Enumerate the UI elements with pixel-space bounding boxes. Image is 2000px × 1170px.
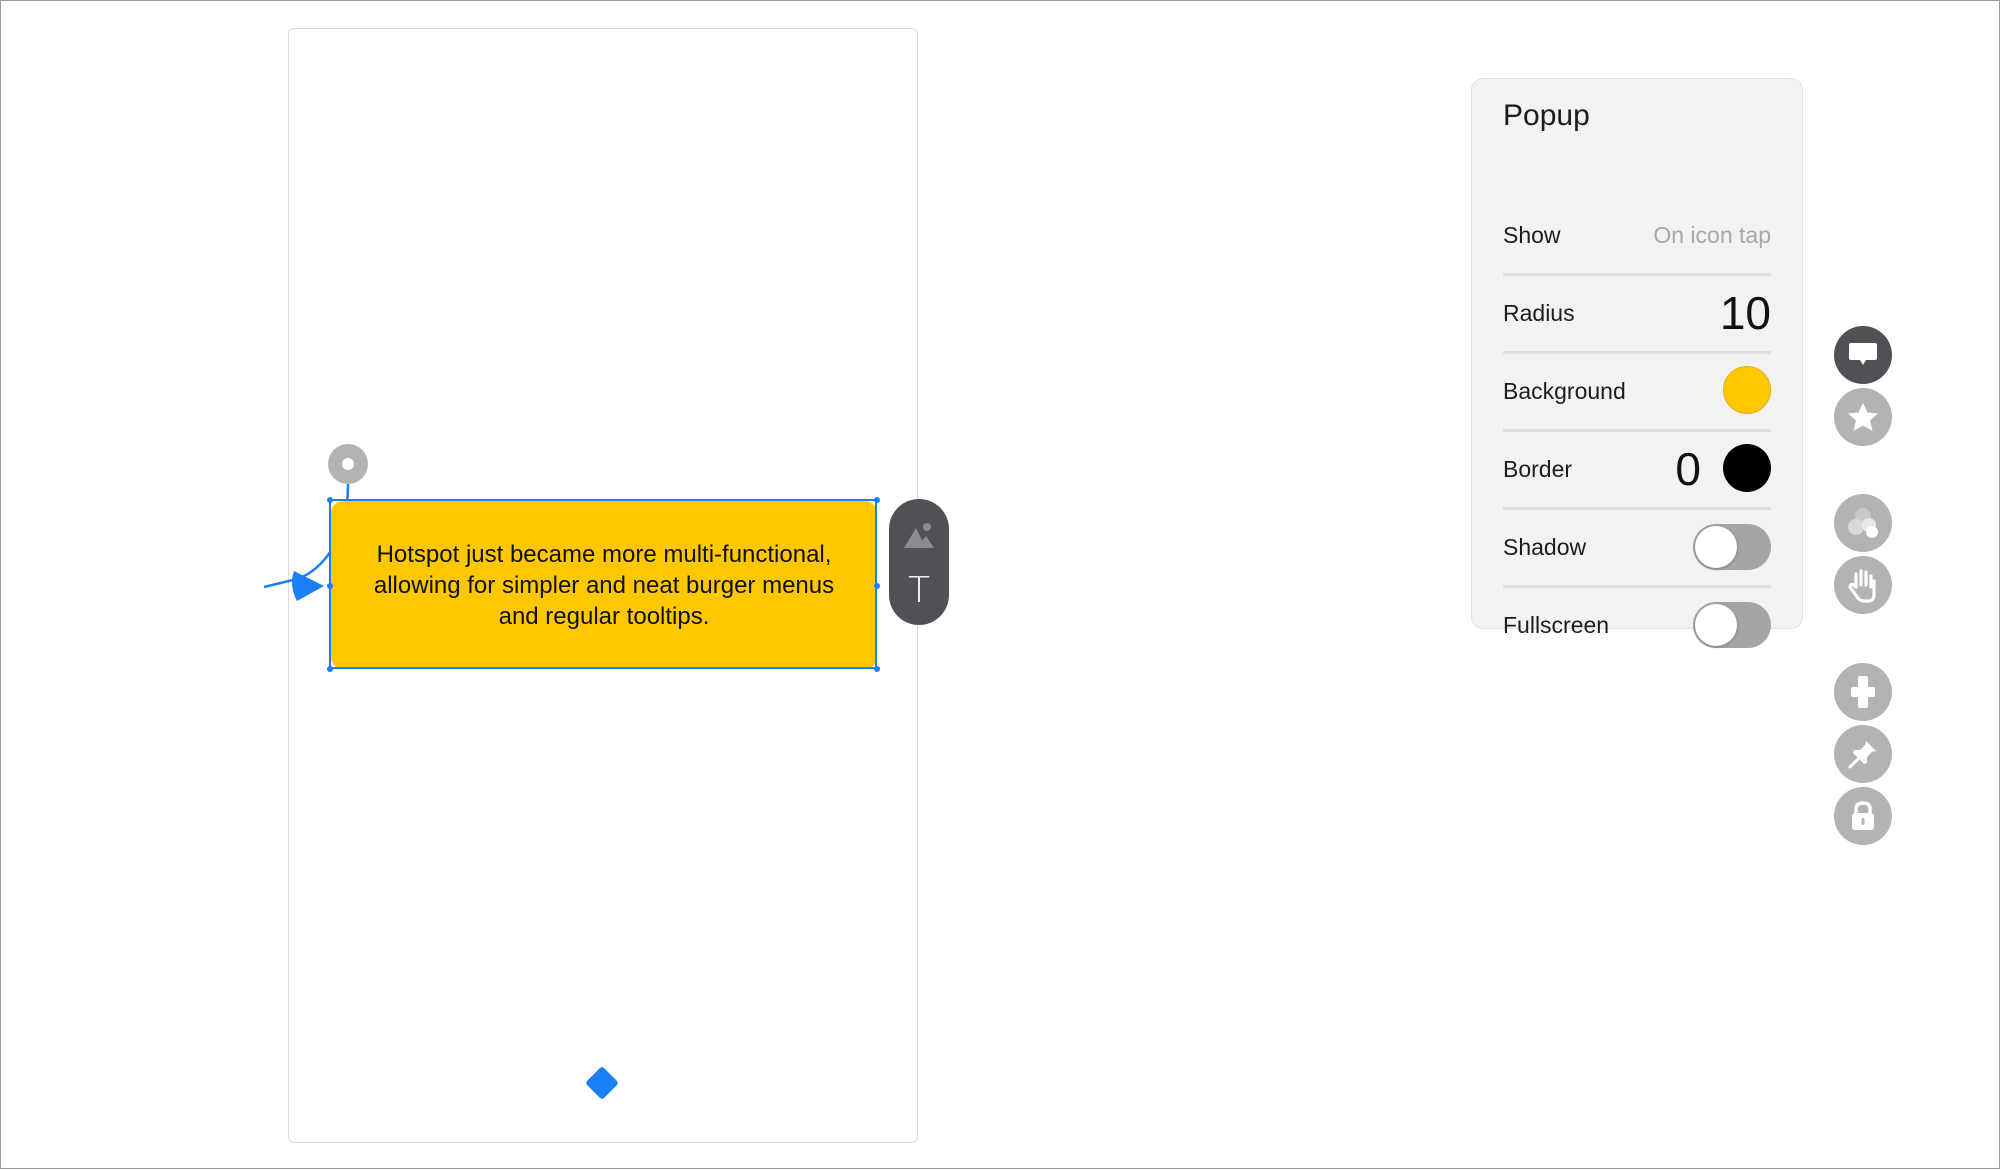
resize-handle-bottom-left[interactable] <box>327 666 333 672</box>
row-fullscreen[interactable]: Fullscreen <box>1503 586 1771 664</box>
hotspot-arrow-icon <box>292 571 324 601</box>
hand-icon <box>1848 569 1876 603</box>
radius-label: Radius <box>1503 299 1575 326</box>
gesture-button[interactable] <box>1834 556 1892 614</box>
row-show[interactable]: Show On icon tap <box>1503 196 1771 276</box>
fullscreen-label: Fullscreen <box>1503 611 1610 638</box>
row-shadow[interactable]: Shadow <box>1503 508 1771 588</box>
star-button[interactable] <box>1834 388 1892 446</box>
row-radius[interactable]: Radius 10 <box>1503 274 1771 354</box>
star-icon <box>1848 403 1878 431</box>
row-border[interactable]: Border 0 <box>1503 430 1771 510</box>
lock-button[interactable] <box>1834 787 1892 845</box>
text-icon[interactable]: T <box>889 565 949 615</box>
resize-handle-top-left[interactable] <box>327 497 333 503</box>
panel-title: Popup <box>1503 99 1590 132</box>
border-label: Border <box>1503 455 1573 482</box>
resize-handle-bottom-right[interactable] <box>874 666 880 672</box>
background-label: Background <box>1503 377 1626 404</box>
show-value[interactable]: On icon tap <box>1653 196 1771 274</box>
content-type-switcher: T <box>889 499 949 625</box>
image-icon[interactable] <box>889 513 949 557</box>
radius-value[interactable]: 10 <box>1720 274 1771 352</box>
toggle-knob <box>1695 526 1737 568</box>
circles-icon <box>1848 508 1878 538</box>
shadow-label: Shadow <box>1503 533 1587 560</box>
popup-box[interactable]: Hotspot just became more multi-functiona… <box>331 501 877 669</box>
plus-icon <box>1851 676 1875 708</box>
resize-handle-middle-right[interactable] <box>874 583 880 589</box>
text-icon-glyph: T <box>908 569 930 611</box>
fullscreen-toggle[interactable] <box>1693 602 1771 648</box>
lock-icon <box>1852 801 1874 830</box>
add-button[interactable] <box>1834 663 1892 721</box>
pin-button[interactable] <box>1834 725 1892 783</box>
app-window: Hotspot just became more multi-functiona… <box>0 0 2000 1169</box>
popup-text[interactable]: Hotspot just became more multi-functiona… <box>371 539 837 632</box>
effects-button[interactable] <box>1834 494 1892 552</box>
resize-handle-top-right[interactable] <box>874 497 880 503</box>
popup-mode-button[interactable] <box>1834 326 1892 384</box>
border-width-value[interactable]: 0 <box>1675 430 1701 508</box>
resize-handle-middle-left[interactable] <box>327 583 333 589</box>
border-color-swatch[interactable] <box>1723 444 1771 492</box>
shadow-toggle[interactable] <box>1693 524 1771 570</box>
speech-bubble-icon <box>1849 343 1877 365</box>
popup-anchor-handle[interactable] <box>328 444 368 484</box>
show-label: Show <box>1503 221 1561 248</box>
pin-icon <box>1848 741 1876 769</box>
popup-properties-panel: Popup Show On icon tap Radius 10 Backgro… <box>1471 78 1803 648</box>
background-color-swatch[interactable] <box>1723 366 1771 414</box>
row-background[interactable]: Background <box>1503 352 1771 432</box>
toggle-knob <box>1695 604 1737 646</box>
